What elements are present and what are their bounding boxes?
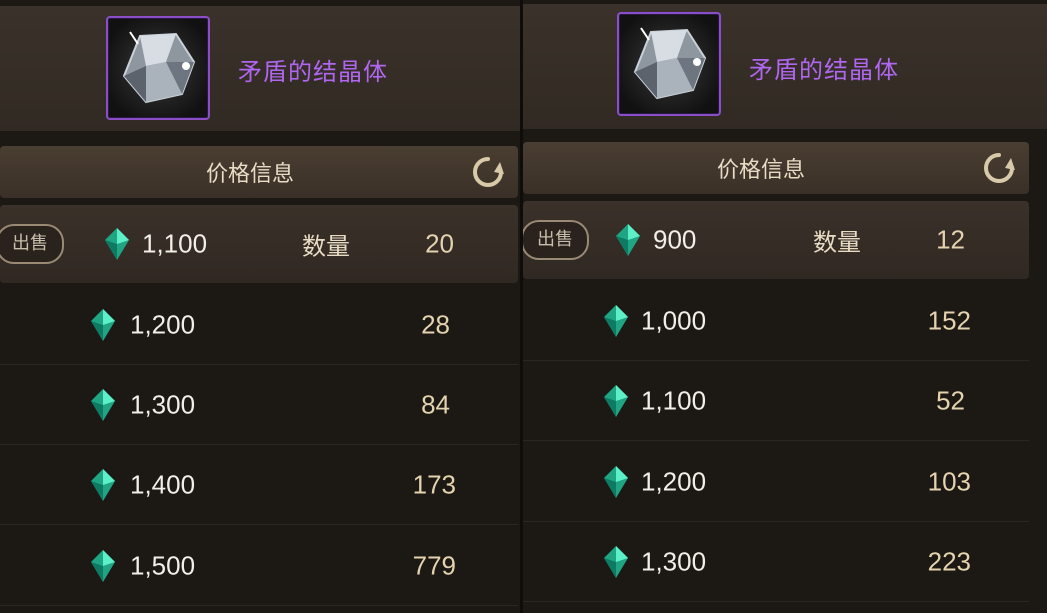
refresh-icon[interactable] [470,154,506,190]
price-value: 1,200 [130,309,196,340]
market-panel-left: 矛盾的结晶体 价格信息 出售 1,100 数量 20 1,200 28 1,30… [0,0,523,613]
listing-row[interactable]: 1,300 223 [523,523,1029,602]
item-name: 矛盾的结晶体 [749,57,899,84]
quantity-label: 数量 [302,233,350,261]
quantity-value: 12 [936,224,965,255]
price-value: 900 [653,224,697,255]
sell-button[interactable]: 出售 [0,224,64,264]
quantity-value: 28 [421,309,450,340]
item-header: 矛盾的结晶体 [0,6,523,131]
price-value: 1,100 [142,228,208,259]
gem-icon [604,466,628,498]
market-panel-right: 矛盾的结晶体 价格信息 出售 900 数量 12 1,000 152 1,100… [523,0,1047,613]
quantity-value: 223 [927,546,971,577]
item-header: 矛盾的结晶体 [523,4,1047,129]
crystal-icon[interactable] [617,12,721,116]
item-name: 矛盾的结晶体 [238,59,388,86]
price-value: 1,500 [130,550,196,581]
gem-icon [91,550,115,582]
price-value: 1,400 [130,469,196,500]
listing-row[interactable]: 1,100 52 [523,362,1029,441]
listing-row[interactable]: 1,200 28 [0,286,518,365]
listing-row[interactable]: 出售 900 数量 12 [523,201,1029,279]
refresh-icon[interactable] [981,150,1017,186]
quantity-value: 20 [425,228,454,259]
price-info-header: 价格信息 [0,146,518,198]
gem-icon [604,385,628,417]
listing-row[interactable]: 1,000 152 [523,282,1029,361]
quantity-label: 数量 [813,229,861,257]
gem-icon [91,309,115,341]
gem-icon [604,546,628,578]
quantity-value: 103 [927,466,971,497]
price-value: 1,100 [641,385,707,416]
listing-row[interactable]: 1,400 173 [0,446,518,525]
price-info-title: 价格信息 [206,161,295,186]
price-value: 1,000 [641,305,707,336]
gem-icon [616,224,640,256]
price-info-header: 价格信息 [523,142,1029,194]
price-value: 1,300 [641,546,707,577]
listing-row[interactable]: 出售 1,100 数量 20 [0,205,518,283]
sell-button[interactable]: 出售 [523,220,589,260]
quantity-value: 152 [927,305,971,336]
quantity-value: 84 [421,389,450,420]
listing-row[interactable]: 1,300 84 [0,366,518,445]
quantity-value: 173 [412,469,456,500]
price-info-title: 价格信息 [717,157,806,182]
gem-icon [105,228,129,260]
listing-row[interactable]: 1,200 103 [523,443,1029,522]
price-value: 1,300 [130,389,196,420]
gem-icon [604,305,628,337]
gem-icon [91,469,115,501]
crystal-icon[interactable] [106,16,210,120]
quantity-value: 52 [936,385,965,416]
quantity-value: 779 [412,550,456,581]
listing-row[interactable]: 1,500 779 [0,527,518,606]
price-value: 1,200 [641,466,707,497]
gem-icon [91,389,115,421]
